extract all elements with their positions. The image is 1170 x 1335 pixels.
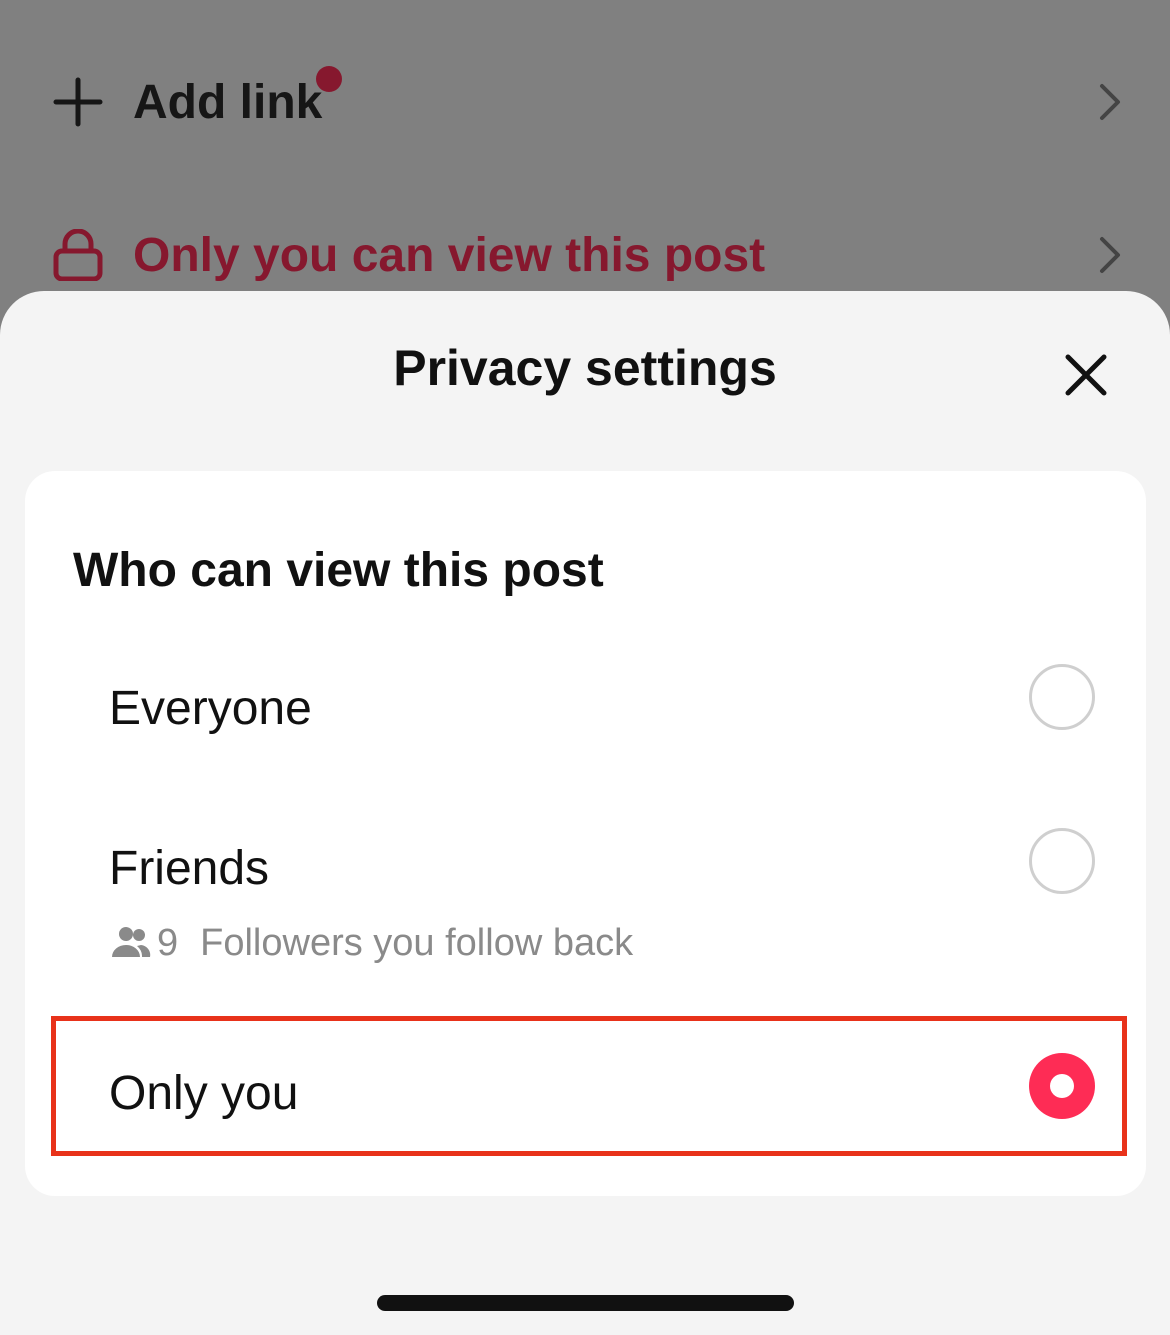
privacy-settings-sheet: Privacy settings Who can view this post … <box>0 291 1170 1335</box>
friends-description: Followers you follow back <box>200 921 634 964</box>
option-only-you[interactable]: Only you <box>25 1016 1146 1156</box>
add-link-label: Add link <box>133 75 323 129</box>
notification-dot <box>316 66 342 92</box>
privacy-row-label: Only you can view this post <box>133 228 766 282</box>
people-icon <box>112 927 151 957</box>
chevron-right-icon <box>1100 237 1120 273</box>
sheet-title: Privacy settings <box>393 340 777 396</box>
radio-everyone[interactable] <box>1029 664 1095 730</box>
home-indicator <box>377 1295 794 1311</box>
privacy-options-card: Who can view this post Everyone Friends … <box>25 471 1146 1196</box>
plus-icon <box>53 77 103 127</box>
friends-subtitle: 9 Followers you follow back <box>111 921 633 965</box>
friends-count: 9 <box>157 921 179 964</box>
option-friends-label: Friends <box>109 842 270 895</box>
option-everyone[interactable]: Everyone <box>25 651 1146 771</box>
radio-friends[interactable] <box>1029 828 1095 894</box>
option-only-you-label: Only you <box>109 1067 299 1120</box>
chevron-right-icon <box>1100 84 1120 120</box>
close-icon <box>1065 354 1107 396</box>
close-button[interactable] <box>1054 343 1118 407</box>
lock-icon <box>53 229 103 281</box>
option-friends[interactable]: Friends 9 Followers you follow back <box>25 811 1146 981</box>
section-heading: Who can view this post <box>73 544 604 597</box>
option-everyone-label: Everyone <box>109 682 312 735</box>
radio-only-you[interactable] <box>1029 1053 1095 1119</box>
add-link-row[interactable]: Add link <box>0 42 1170 162</box>
